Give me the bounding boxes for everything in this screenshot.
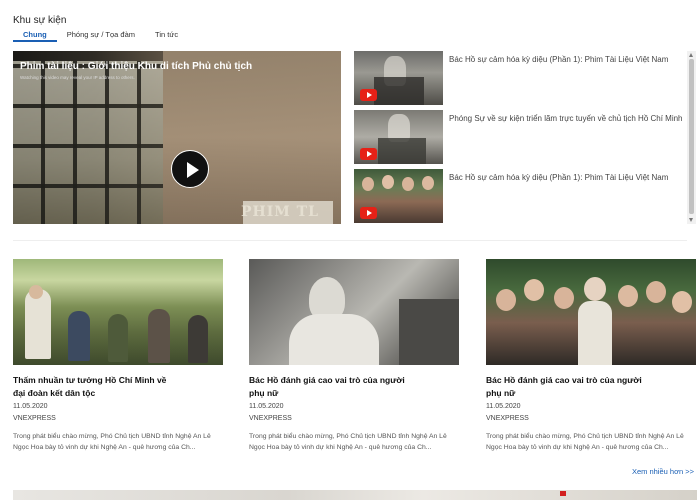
bottom-banner-image — [13, 490, 697, 500]
playlist-thumbnail[interactable] — [354, 169, 443, 223]
tab-reports[interactable]: Phóng sự / Tọa đàm — [57, 30, 145, 42]
video-overlay-text: PHIM TL — [241, 204, 319, 220]
tab-bar: Chung Phóng sự / Tọa đàm Tin tức — [13, 30, 188, 44]
news-card[interactable]: Bác Hồ đánh giá cao vai trò của người ph… — [486, 259, 696, 459]
news-card-title[interactable]: Bác Hồ đánh giá cao vai trò của người ph… — [486, 374, 651, 400]
flag-icon — [560, 491, 566, 496]
playlist-item-title[interactable]: Bác Hồ sự cảm hóa kỳ diệu (Phần 1): Phim… — [449, 54, 687, 66]
playlist-item-title[interactable]: Bác Hồ sự cảm hóa kỳ diệu (Phần 1): Phim… — [449, 172, 687, 184]
video-title[interactable]: Phim tài liệu : Giới thiệu Khu di tích P… — [20, 61, 252, 72]
youtube-icon — [360, 148, 377, 160]
video-privacy-note: Watching this video may reveal your IP a… — [20, 75, 135, 80]
news-card-title[interactable]: Bác Hồ đánh giá cao vai trò của người ph… — [249, 374, 414, 400]
playlist-thumbnail[interactable] — [354, 110, 443, 164]
news-card-source: VNEXPRESS — [13, 415, 56, 422]
tab-general[interactable]: Chung — [13, 30, 57, 42]
news-card[interactable]: Bác Hồ đánh giá cao vai trò của người ph… — [249, 259, 459, 459]
news-card-image[interactable] — [249, 259, 459, 365]
scroll-up-arrow-icon[interactable] — [689, 53, 693, 57]
news-card-title[interactable]: Thấm nhuần tư tưởng Hồ Chí Minh về đại đ… — [13, 374, 178, 400]
tab-news[interactable]: Tin tức — [145, 30, 188, 42]
news-card-source: VNEXPRESS — [249, 415, 292, 422]
playlist-item[interactable]: Bác Hồ sự cảm hóa kỳ diệu (Phần 1): Phim… — [354, 51, 684, 105]
news-card[interactable]: Thấm nhuần tư tưởng Hồ Chí Minh về đại đ… — [13, 259, 223, 459]
news-card-date: 11.05.2020 — [486, 403, 521, 410]
news-card-description: Trong phát biểu chào mừng, Phó Chủ tịch … — [486, 433, 684, 451]
news-card-image[interactable] — [486, 259, 696, 365]
youtube-icon — [360, 89, 377, 101]
view-more-link[interactable]: Xem nhiều hơn >> — [632, 467, 694, 476]
news-card-source: VNEXPRESS — [486, 415, 529, 422]
section-divider — [13, 240, 687, 241]
playlist-item[interactable]: Phóng Sự về sự kiện triển lãm trực tuyến… — [354, 110, 684, 164]
news-card-description: Trong phát biểu chào mừng, Phó Chủ tịch … — [13, 433, 211, 451]
playlist-scrollbar[interactable] — [687, 51, 696, 224]
youtube-icon — [360, 207, 377, 219]
video-wall-scene — [163, 51, 341, 224]
section-title: Khu sự kiện — [13, 15, 67, 26]
news-card-date: 11.05.2020 — [13, 403, 48, 410]
scroll-down-arrow-icon[interactable] — [689, 218, 693, 222]
playlist-item-title[interactable]: Phóng Sự về sự kiện triển lãm trực tuyến… — [449, 113, 687, 125]
video-playlist: Bác Hồ sự cảm hóa kỳ diệu (Phần 1): Phim… — [354, 51, 696, 224]
news-card-description: Trong phát biểu chào mừng, Phó Chủ tịch … — [249, 433, 447, 451]
news-card-date: 11.05.2020 — [249, 403, 284, 410]
video-player[interactable]: PHIM TL Phim tài liệu : Giới thiệu Khu d… — [13, 51, 341, 224]
playlist-item[interactable]: Bác Hồ sự cảm hóa kỳ diệu (Phần 1): Phim… — [354, 169, 684, 223]
news-card-image[interactable] — [13, 259, 223, 365]
playlist-thumbnail[interactable] — [354, 51, 443, 105]
video-window-scene — [13, 61, 163, 224]
play-icon[interactable] — [171, 150, 209, 188]
scrollbar-thumb[interactable] — [689, 59, 694, 214]
